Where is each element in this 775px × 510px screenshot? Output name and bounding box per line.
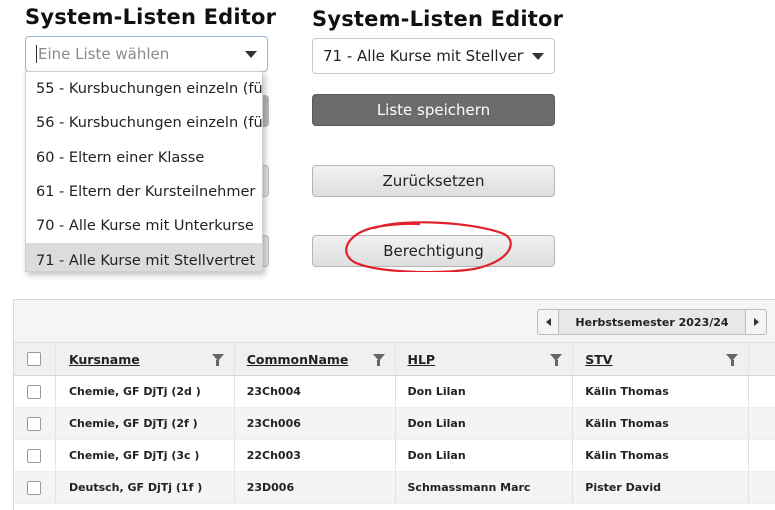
cell-commonname: 23Ch004 bbox=[235, 376, 396, 407]
row-select-cell bbox=[14, 408, 56, 439]
cell-stv: Pister David bbox=[573, 472, 750, 503]
row-checkbox[interactable] bbox=[27, 384, 42, 399]
cell-hlp: Don Lilan bbox=[396, 408, 574, 439]
cell-kursname: Chemie, GF DjTj (3c ) bbox=[56, 440, 235, 471]
cell-kursname: Deutsch, GF DjTj (1f ) bbox=[56, 472, 235, 503]
column-header-label[interactable]: STV bbox=[585, 352, 612, 367]
cell-stv: Kälin Thomas bbox=[573, 376, 750, 407]
cell-hlp: Don Lilan bbox=[396, 440, 574, 471]
cell-spacer bbox=[749, 376, 775, 407]
list-select-placeholder: Eine Liste wählen bbox=[38, 45, 170, 63]
cell-hlp: Don Lilan bbox=[396, 376, 574, 407]
row-select-cell bbox=[14, 472, 56, 503]
column-header-spacer bbox=[749, 343, 775, 375]
semester-label[interactable]: Herbstsemester 2023/24 bbox=[559, 309, 745, 335]
cell-commonname: 22Ch003 bbox=[235, 440, 396, 471]
filter-icon[interactable] bbox=[550, 354, 563, 366]
column-header-kursname[interactable]: Kursname bbox=[56, 343, 235, 375]
table-row[interactable]: Chemie, GF DjTj (2f ) 23Ch006 Don Lilan … bbox=[14, 408, 775, 440]
row-checkbox[interactable] bbox=[27, 448, 42, 463]
list-dropdown: 55 - Kursbuchungen einzeln (für 56 - Kur… bbox=[25, 71, 263, 272]
chevron-left-icon bbox=[545, 318, 551, 326]
grid-toolbar: Herbstsemester 2023/24 bbox=[14, 300, 775, 343]
cell-commonname: 23D006 bbox=[235, 472, 396, 503]
list-select-value: 71 - Alle Kurse mit Stellvertr bbox=[323, 47, 524, 65]
cell-stv: Kälin Thomas bbox=[573, 408, 750, 439]
cell-kursname: Chemie, GF DjTj (2f ) bbox=[56, 408, 235, 439]
row-select-cell bbox=[14, 440, 56, 471]
cell-spacer bbox=[749, 472, 775, 503]
next-semester-button[interactable] bbox=[745, 309, 767, 335]
page: System-Listen Editor Eine Liste wählen 5… bbox=[0, 0, 775, 510]
cell-spacer bbox=[749, 408, 775, 439]
filter-icon[interactable] bbox=[372, 354, 385, 366]
column-header-hlp[interactable]: HLP bbox=[396, 343, 574, 375]
table-row[interactable]: Deutsch, GF DjTj (1f ) 23D006 Schmassman… bbox=[14, 472, 775, 504]
chevron-down-icon[interactable] bbox=[245, 50, 257, 58]
dropdown-item[interactable]: 60 - Eltern einer Klasse bbox=[26, 141, 262, 175]
cell-kursname: Chemie, GF DjTj (2d ) bbox=[56, 376, 235, 407]
chevron-down-icon[interactable] bbox=[532, 52, 544, 60]
column-header-label[interactable]: HLP bbox=[408, 352, 436, 367]
column-header-commonname[interactable]: CommonName bbox=[235, 343, 396, 375]
text-cursor bbox=[36, 45, 37, 63]
chevron-right-icon bbox=[753, 318, 759, 326]
course-grid: Herbstsemester 2023/24 Kursname CommonNa… bbox=[13, 299, 775, 510]
previous-semester-button[interactable] bbox=[537, 309, 559, 335]
column-header-label[interactable]: Kursname bbox=[69, 352, 140, 367]
column-header-label[interactable]: CommonName bbox=[247, 352, 349, 367]
filter-icon[interactable] bbox=[211, 354, 224, 366]
table-header: Kursname CommonName HLP STV bbox=[14, 343, 775, 376]
dropdown-item[interactable]: 61 - Eltern der Kursteilnehmer bbox=[26, 175, 262, 209]
table-row[interactable]: Chemie, GF DjTj (2d ) 23Ch004 Don Lilan … bbox=[14, 376, 775, 408]
row-checkbox[interactable] bbox=[27, 416, 42, 431]
row-select-cell bbox=[14, 376, 56, 407]
dropdown-item[interactable]: 55 - Kursbuchungen einzeln (für bbox=[26, 72, 262, 106]
select-all-cell bbox=[14, 343, 56, 375]
table-row[interactable]: Chemie, GF DjTj (3c ) 22Ch003 Don Lilan … bbox=[14, 440, 775, 472]
reset-button[interactable]: Zurücksetzen bbox=[312, 165, 555, 197]
column-header-stv[interactable]: STV bbox=[573, 343, 750, 375]
save-list-button[interactable]: Liste speichern bbox=[312, 94, 555, 126]
cell-hlp: Schmassmann Marc bbox=[396, 472, 574, 503]
left-panel-title: System-Listen Editor bbox=[25, 5, 277, 29]
cell-commonname: 23Ch006 bbox=[235, 408, 396, 439]
filter-icon[interactable] bbox=[726, 354, 739, 366]
list-select-right[interactable]: 71 - Alle Kurse mit Stellvertr bbox=[312, 38, 555, 74]
list-select-left[interactable]: Eine Liste wählen bbox=[25, 36, 268, 72]
dropdown-item[interactable]: 70 - Alle Kurse mit Unterkurse bbox=[26, 209, 262, 243]
row-checkbox[interactable] bbox=[27, 480, 42, 495]
select-all-checkbox[interactable] bbox=[27, 352, 42, 366]
permission-button[interactable]: Berechtigung bbox=[312, 235, 555, 267]
cell-stv: Kälin Thomas bbox=[573, 440, 750, 471]
dropdown-item-selected[interactable]: 71 - Alle Kurse mit Stellvertret bbox=[26, 243, 262, 271]
right-panel-title: System-Listen Editor bbox=[312, 7, 564, 31]
cell-spacer bbox=[749, 440, 775, 471]
dropdown-item[interactable]: 56 - Kursbuchungen einzeln (für bbox=[26, 106, 262, 140]
